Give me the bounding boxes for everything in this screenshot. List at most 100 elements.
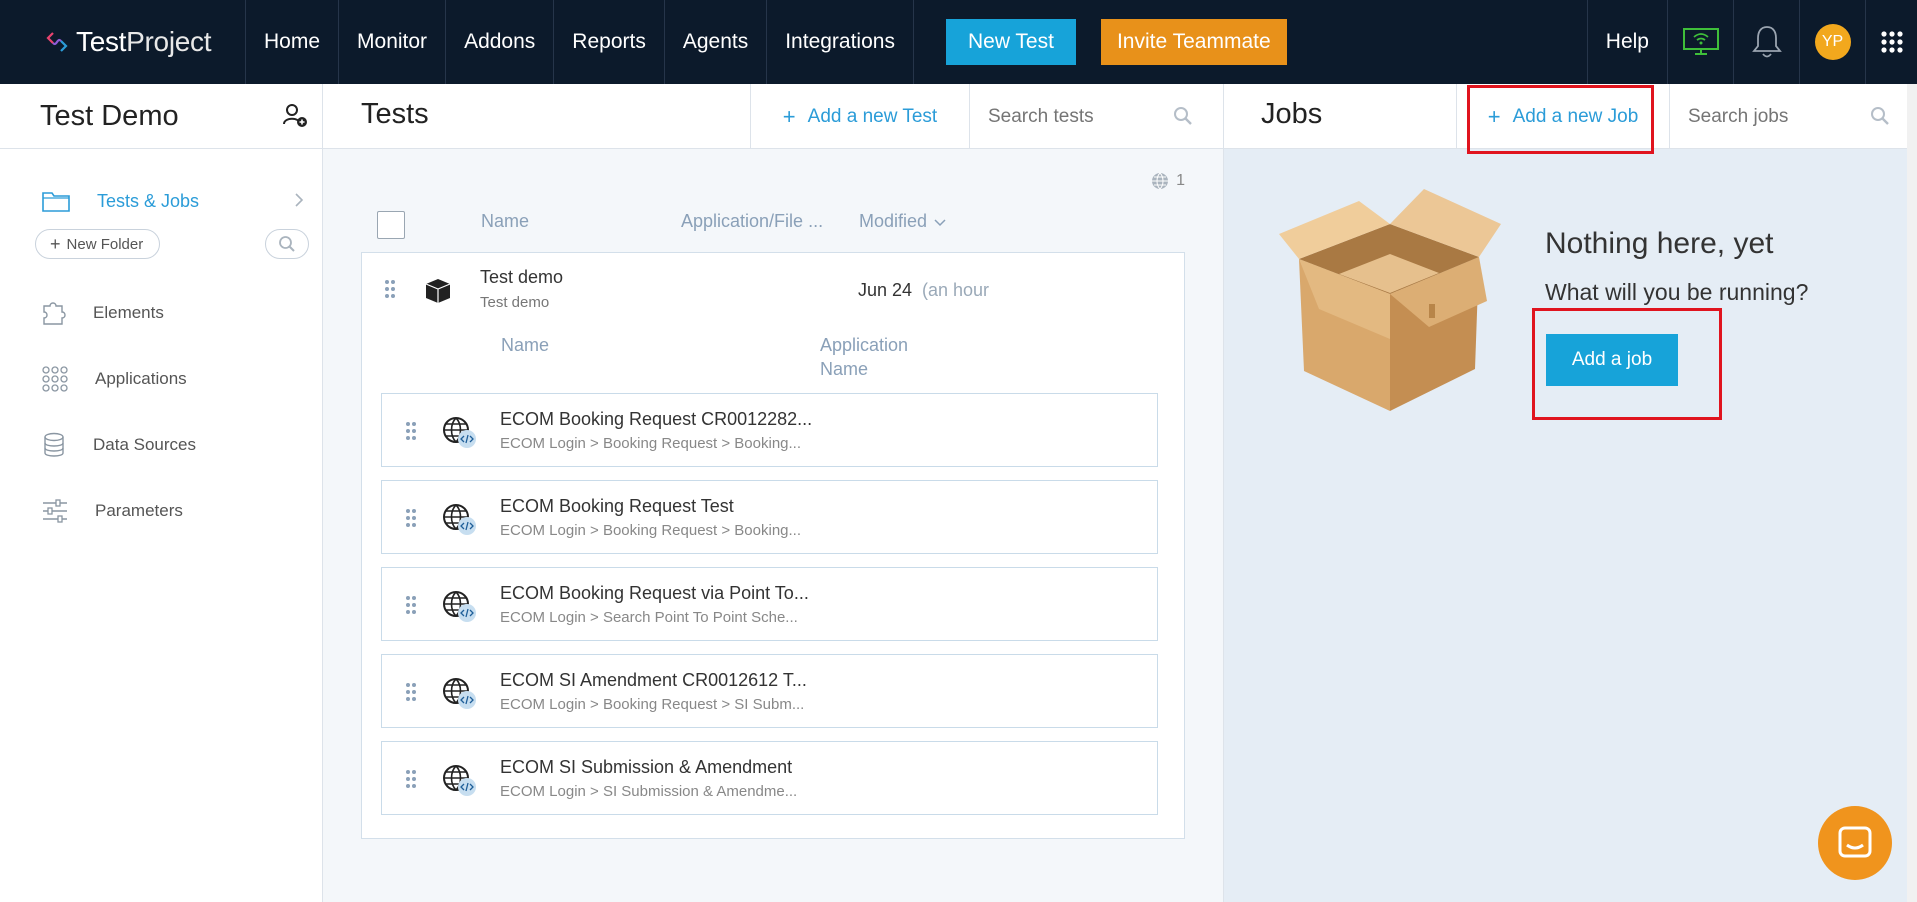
- empty-box-illustration: [1279, 189, 1501, 411]
- add-job-button[interactable]: Add a job: [1546, 334, 1678, 386]
- new-folder-label: New Folder: [66, 235, 144, 253]
- puzzle-icon: [43, 302, 66, 325]
- test-step-row[interactable]: ECOM Booking Request CR0012282... ECOM L…: [381, 393, 1158, 467]
- jobs-panel: Nothing here, yet What will you be runni…: [1223, 149, 1917, 902]
- search-tests-input[interactable]: [988, 105, 1168, 128]
- globe-icon: [1152, 172, 1169, 190]
- sidebar-item-label: Parameters: [95, 501, 183, 520]
- invite-teammate-button[interactable]: Invite Teammate: [1100, 19, 1287, 65]
- sliders-icon: [43, 499, 67, 523]
- steps-column-app-line2: Name: [820, 359, 869, 379]
- test-modified-date: Jun 24: [858, 280, 913, 300]
- chat-icon: [1838, 826, 1872, 858]
- sidebar-item-tests-jobs[interactable]: Tests & Jobs: [42, 190, 304, 212]
- steps-column-name: Name: [501, 335, 550, 355]
- apps-menu-button[interactable]: [1865, 0, 1917, 84]
- logo-text-bold: Test: [76, 26, 127, 57]
- logo-text-thin: Project: [126, 26, 212, 57]
- add-new-job-label: Add a new Job: [1512, 105, 1639, 127]
- top-nav: TestProject Home Monitor Addons Reports …: [0, 0, 1917, 84]
- step-path: ECOM Login > Booking Request > SI Subm..…: [500, 696, 805, 713]
- select-all-checkbox[interactable]: [377, 211, 405, 239]
- sidebar-item-label: Tests & Jobs: [97, 190, 200, 211]
- search-icon[interactable]: [1173, 106, 1193, 126]
- column-modified[interactable]: Modified: [859, 211, 947, 232]
- test-cube-icon: [425, 279, 451, 303]
- test-name[interactable]: Test demo: [480, 267, 563, 288]
- notifications-button[interactable]: [1733, 0, 1799, 84]
- step-path: ECOM Login > SI Submission & Amendme...: [500, 783, 798, 800]
- test-modified-relative: (an hour: [922, 280, 990, 300]
- sidebar-item-label: Applications: [95, 369, 187, 388]
- search-jobs: [1670, 84, 1917, 149]
- search-icon[interactable]: [1870, 106, 1890, 126]
- database-icon: [44, 432, 64, 457]
- new-test-button[interactable]: New Test: [945, 19, 1076, 65]
- step-name: ECOM Booking Request CR0012282...: [500, 409, 813, 429]
- empty-state-title: Nothing here, yet: [1545, 227, 1774, 260]
- drag-handle-icon[interactable]: [405, 421, 417, 441]
- sidebar-item-label: Elements: [93, 303, 164, 322]
- drag-handle-icon[interactable]: [405, 769, 417, 789]
- sidebar-item-parameters[interactable]: Parameters: [42, 498, 183, 524]
- empty-state-subtitle: What will you be running?: [1545, 279, 1809, 305]
- user-menu-button[interactable]: YP: [1799, 0, 1865, 84]
- test-card[interactable]: Test demo Test demo Jun 24 (an hour Name…: [361, 252, 1185, 839]
- test-step-row[interactable]: ECOM SI Amendment CR0012612 T... ECOM Lo…: [381, 654, 1158, 728]
- project-header: Test Demo: [0, 84, 322, 149]
- agent-status-button[interactable]: [1667, 0, 1733, 84]
- chat-support-button[interactable]: [1818, 806, 1892, 880]
- drag-handle-icon[interactable]: [405, 595, 417, 615]
- web-code-icon: [443, 504, 476, 535]
- column-application[interactable]: Application/File ...: [681, 211, 823, 232]
- new-folder-button[interactable]: + New Folder: [35, 229, 161, 259]
- chevron-right-icon: [295, 193, 304, 207]
- nav-monitor[interactable]: Monitor: [339, 0, 447, 84]
- web-code-icon: [443, 591, 476, 622]
- help-link[interactable]: Help: [1586, 0, 1667, 84]
- sidebar-item-elements[interactable]: Elements: [42, 300, 164, 326]
- web-count-value: 1: [1176, 172, 1185, 189]
- tests-header: Tests + Add a new Test: [323, 84, 1223, 149]
- nav-integrations[interactable]: Integrations: [767, 0, 914, 84]
- step-path: ECOM Login > Search Point To Point Sche.…: [500, 609, 798, 626]
- logo[interactable]: TestProject: [0, 0, 246, 84]
- sidebar-item-applications[interactable]: Applications: [42, 366, 187, 392]
- folder-search-button[interactable]: [265, 229, 309, 259]
- nav-right: Help YP: [1586, 0, 1917, 84]
- drag-handle-icon[interactable]: [384, 279, 396, 299]
- add-user-icon[interactable]: [282, 102, 308, 128]
- chevron-down-icon: [934, 218, 946, 226]
- add-new-test-button[interactable]: + Add a new Test: [750, 84, 970, 149]
- plus-icon: +: [782, 103, 796, 129]
- drag-handle-icon[interactable]: [405, 682, 417, 702]
- test-description: Test demo: [480, 294, 550, 311]
- nav-addons[interactable]: Addons: [446, 0, 555, 84]
- column-name[interactable]: Name: [481, 211, 529, 232]
- monitor-wifi-icon: [1682, 28, 1719, 55]
- plus-icon: +: [1487, 103, 1501, 129]
- step-name: ECOM SI Amendment CR0012612 T...: [500, 670, 807, 690]
- test-step-row[interactable]: ECOM SI Submission & Amendment ECOM Logi…: [381, 741, 1158, 815]
- nav-home[interactable]: Home: [246, 0, 340, 84]
- nav-reports[interactable]: Reports: [554, 0, 665, 84]
- bell-icon: [1751, 26, 1782, 58]
- folder-icon: [42, 192, 70, 212]
- drag-handle-icon[interactable]: [405, 508, 417, 528]
- web-code-icon: [443, 678, 476, 709]
- sidebar-item-label: Data Sources: [93, 435, 196, 454]
- add-new-job-button[interactable]: + Add a new Job: [1456, 84, 1670, 149]
- test-step-row[interactable]: ECOM Booking Request Test ECOM Login > B…: [381, 480, 1158, 554]
- step-path: ECOM Login > Booking Request > Booking..…: [500, 522, 802, 539]
- nav-agents[interactable]: Agents: [665, 0, 768, 84]
- sidebar: Test Demo Tests & Jobs + New Folder Elem…: [0, 84, 323, 902]
- plus-icon: +: [50, 233, 61, 254]
- testproject-logo-icon: [46, 32, 68, 52]
- search-jobs-input[interactable]: [1688, 105, 1868, 128]
- jobs-title: Jobs: [1261, 98, 1323, 130]
- scrollbar[interactable]: [1907, 84, 1917, 902]
- test-step-row[interactable]: ECOM Booking Request via Point To... ECO…: [381, 567, 1158, 641]
- steps-column-app-line1: Application: [820, 335, 909, 355]
- step-name: ECOM Booking Request Test: [500, 496, 734, 516]
- sidebar-item-data-sources[interactable]: Data Sources: [42, 432, 196, 458]
